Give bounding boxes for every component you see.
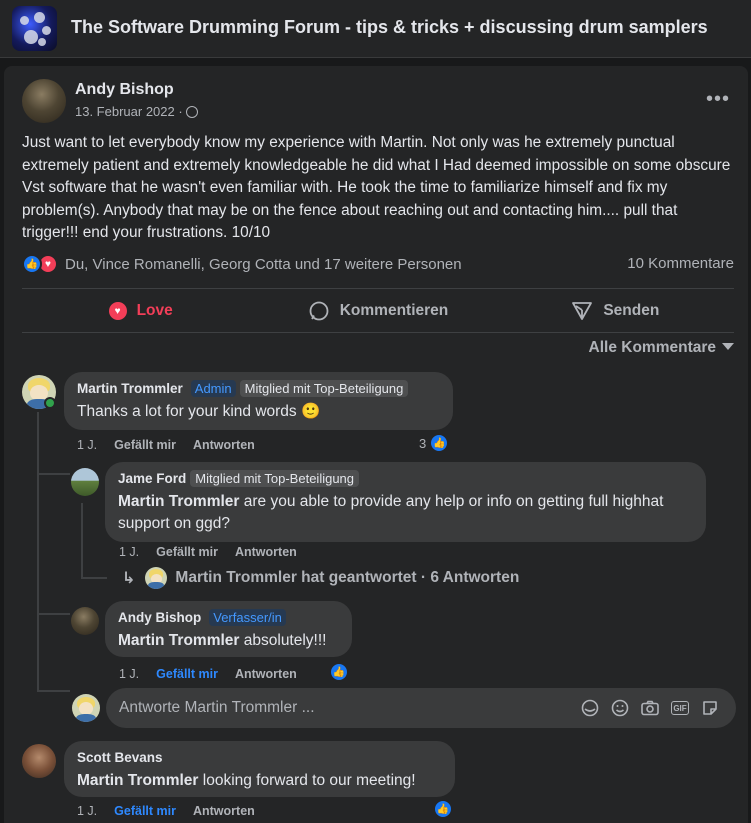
thread-line bbox=[37, 613, 70, 615]
comment-text: Thanks a lot for your kind words 🙂 bbox=[77, 403, 321, 420]
comment-like-count[interactable]: 3 👍 bbox=[419, 433, 450, 453]
divider bbox=[22, 332, 734, 333]
comment-like-button[interactable]: Gefällt mir bbox=[156, 667, 218, 681]
top-member-badge: Mitglied mit Top-Beteiligung bbox=[239, 380, 409, 397]
comment-bubble-icon bbox=[308, 300, 330, 322]
comment-reply-button[interactable]: Antworten bbox=[193, 804, 255, 818]
post-meta: 13. Februar 2022 · bbox=[75, 104, 198, 119]
comment-body: looking forward to our meeting! bbox=[198, 772, 416, 789]
comment-bubble: Martin Trommler Admin Mitglied mit Top-Bet… bbox=[64, 372, 453, 430]
reaction-summary[interactable]: 👍 ♥ Du, Vince Romanelli, Georg Cotta und… bbox=[22, 252, 462, 276]
comment-reply-button[interactable]: Antworten bbox=[235, 667, 297, 681]
online-status-icon bbox=[44, 397, 56, 409]
comment-reply-button[interactable]: Antworten bbox=[193, 438, 255, 452]
comment-reply-button[interactable]: Antworten bbox=[235, 545, 297, 559]
comment-bubble: Jame Ford Mitglied mit Top-Beteiligung Ma… bbox=[105, 462, 706, 542]
thumbs-up-icon: 👍 bbox=[433, 799, 453, 819]
post-text: Just want to let everybody know my exper… bbox=[22, 134, 731, 241]
send-label: Senden bbox=[603, 302, 660, 319]
thread-line bbox=[37, 473, 70, 475]
caret-down-icon bbox=[722, 343, 734, 350]
comment-text: Martin Trommler are you able to provide … bbox=[118, 491, 693, 535]
group-logo[interactable] bbox=[12, 6, 57, 51]
send-button[interactable]: Senden bbox=[497, 289, 734, 333]
thumbs-up-icon: 👍 bbox=[429, 433, 450, 453]
comment-author[interactable]: Jame Ford bbox=[118, 471, 186, 486]
top-member-badge: Mitglied mit Top-Beteiligung bbox=[190, 470, 360, 487]
sort-label: Alle Kommentare bbox=[588, 339, 716, 356]
commenter-avatar[interactable] bbox=[22, 744, 56, 778]
comment-time[interactable]: 1 J. bbox=[77, 804, 97, 818]
author-avatar[interactable] bbox=[22, 79, 66, 123]
group-header: The Software Drumming Forum - tips & tri… bbox=[0, 0, 751, 58]
like-count: 3 bbox=[419, 435, 427, 451]
comment-like-count[interactable]: 👍 bbox=[430, 799, 453, 819]
comment-like-button[interactable]: Gefällt mir bbox=[156, 545, 218, 559]
comment-label: Kommentieren bbox=[339, 302, 449, 319]
author-badge: Verfasser/in bbox=[209, 609, 286, 626]
emoji-icon[interactable] bbox=[610, 698, 630, 718]
gif-icon[interactable]: GIF bbox=[670, 698, 690, 718]
post-actions: ♥ Love Kommentieren Senden bbox=[22, 289, 734, 333]
like-reaction-icon: 👍 bbox=[22, 254, 42, 274]
comment-time[interactable]: 1 J. bbox=[119, 545, 139, 559]
comment-meta: 1 J. Gefällt mir Antworten bbox=[119, 667, 314, 681]
more-options-icon[interactable]: ••• bbox=[706, 88, 730, 111]
view-replies-link[interactable]: ↳ Martin Trommler hat geantwortet · 6 An… bbox=[122, 567, 519, 589]
comment-bubble: Andy Bishop Verfasser/in Martin Trommler … bbox=[105, 601, 352, 657]
current-user-avatar[interactable] bbox=[72, 694, 100, 722]
replier-avatar bbox=[145, 567, 168, 589]
mention-link[interactable]: Martin Trommler bbox=[77, 772, 198, 789]
admin-badge: Admin bbox=[190, 380, 236, 397]
thread-line bbox=[37, 412, 39, 692]
mention-link[interactable]: Martin Trommler bbox=[118, 632, 239, 649]
comment-count[interactable]: 10 Kommentare bbox=[627, 255, 734, 272]
comment-meta: 1 J. Gefällt mir Antworten bbox=[119, 545, 314, 559]
comment-text: Martin Trommler absolutely!!! bbox=[118, 630, 339, 652]
love-label: Love bbox=[136, 302, 173, 319]
comment-like-button[interactable]: Gefällt mir bbox=[114, 804, 176, 818]
commenter-avatar[interactable] bbox=[71, 468, 99, 496]
mention-link[interactable]: Martin Trommler bbox=[118, 493, 239, 510]
thread-line bbox=[81, 577, 107, 579]
avatar-sticker-icon[interactable] bbox=[580, 698, 600, 718]
comment-time[interactable]: 1 J. bbox=[119, 667, 139, 681]
comment-text: Martin Trommler looking forward to our m… bbox=[77, 770, 442, 792]
post-date[interactable]: 13. Februar 2022 · bbox=[75, 104, 183, 119]
globe-icon bbox=[185, 106, 198, 118]
comment-like-button[interactable]: Gefällt mir bbox=[114, 438, 176, 452]
sticker-icon[interactable] bbox=[700, 698, 720, 718]
comment-author[interactable]: Martin Trommler bbox=[77, 381, 183, 396]
thread-line bbox=[81, 503, 83, 578]
comment-sort-dropdown[interactable]: Alle Kommentare bbox=[589, 339, 734, 357]
reactors-list[interactable]: Du, Vince Romanelli, Georg Cotta und 17 … bbox=[65, 256, 462, 273]
camera-icon[interactable] bbox=[640, 698, 660, 718]
post-author-name[interactable]: Andy Bishop bbox=[75, 81, 174, 99]
reply-arrow-icon: ↳ bbox=[122, 570, 136, 587]
comment-meta: 1 J. Gefällt mir Antworten bbox=[77, 804, 272, 818]
group-title[interactable]: The Software Drumming Forum - tips & tri… bbox=[71, 17, 708, 38]
comment-bubble: Scott Bevans Martin Trommler looking for… bbox=[64, 741, 455, 797]
comment-author[interactable]: Andy Bishop bbox=[118, 610, 201, 625]
comment-meta: 1 J. Gefällt mir Antworten bbox=[77, 438, 272, 452]
comment-body: absolutely!!! bbox=[239, 632, 327, 649]
thread-line bbox=[37, 690, 70, 692]
replies-label: Martin Trommler hat geantwortet · 6 Antw… bbox=[175, 569, 520, 586]
comment-time[interactable]: 1 J. bbox=[77, 438, 97, 452]
send-icon bbox=[571, 301, 593, 321]
comment-like-count[interactable]: 👍 bbox=[326, 662, 349, 682]
composer-tools: GIF bbox=[580, 698, 730, 718]
commenter-avatar[interactable] bbox=[71, 607, 99, 635]
comment-author[interactable]: Scott Bevans bbox=[77, 750, 163, 765]
comment-button[interactable]: Kommentieren bbox=[259, 289, 496, 333]
heart-icon: ♥ bbox=[108, 302, 127, 320]
post-card: Andy Bishop 13. Februar 2022 · ••• Just … bbox=[4, 66, 748, 823]
thumbs-up-icon: 👍 bbox=[329, 662, 349, 682]
love-button[interactable]: ♥ Love bbox=[22, 289, 259, 333]
